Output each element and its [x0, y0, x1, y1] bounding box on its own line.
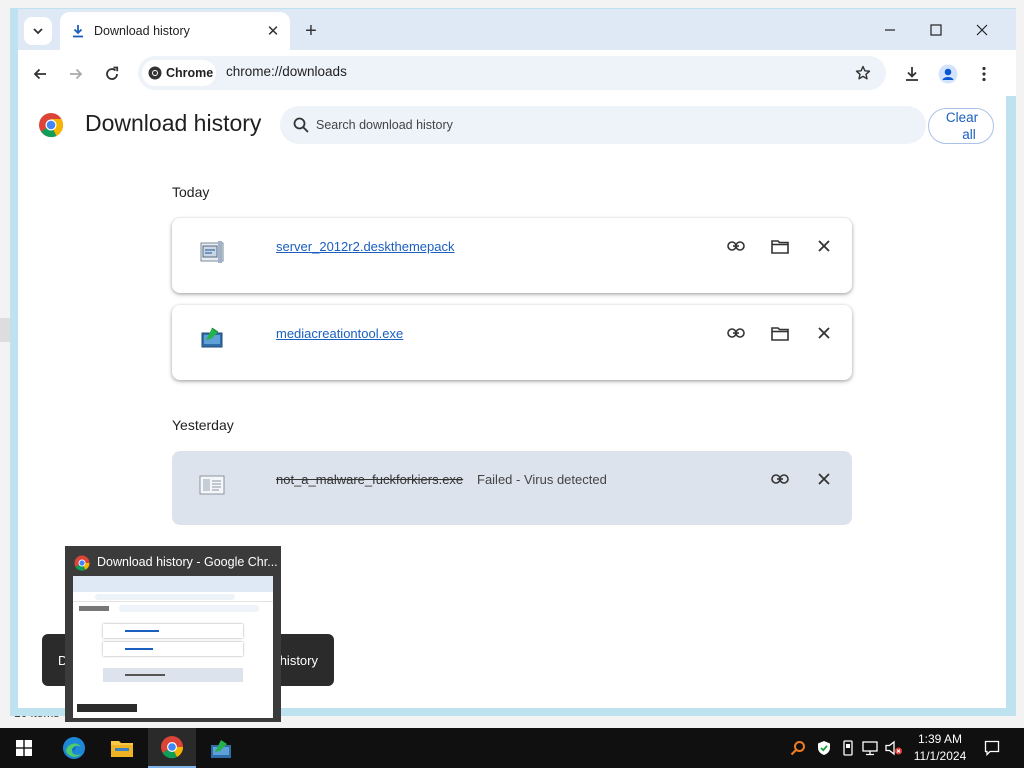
arrow-right-icon — [70, 68, 83, 80]
preview-title: Download history - Google Chr... — [97, 555, 278, 569]
show-in-folder-button[interactable] — [767, 233, 793, 259]
more-vert-icon — [982, 66, 986, 82]
download-file-link[interactable]: server_2012r2.deskthemepack — [276, 239, 455, 254]
theme-pack-icon — [200, 241, 224, 263]
tab-download-history[interactable]: Download history ✕ — [60, 12, 290, 50]
download-file-name: not_a_malware_fuckforkiers.exe — [276, 472, 464, 487]
tooltip-text-right: history — [279, 653, 318, 668]
download-status: Failed - Virus detected — [477, 472, 607, 487]
close-icon — [818, 240, 830, 252]
download-item: server_2012r2.deskthemepack — [172, 218, 852, 293]
download-item-failed: not_a_malware_fuckforkiers.exe Failed - … — [172, 451, 852, 525]
download-icon — [70, 23, 86, 39]
forward-button[interactable] — [62, 60, 90, 88]
taskbar-window-preview[interactable]: Download history - Google Chr... — [65, 546, 281, 722]
security-tray-icon[interactable] — [814, 738, 834, 758]
chrome-logo-icon — [148, 66, 162, 80]
folder-icon — [771, 326, 789, 341]
close-icon — [818, 327, 830, 339]
folder-icon — [771, 239, 789, 254]
usb-drive-icon — [843, 740, 853, 756]
media-creation-tool-icon — [201, 327, 223, 348]
taskbar-edge[interactable] — [50, 728, 98, 768]
chrome-logo-icon — [39, 113, 64, 138]
network-tray-icon[interactable] — [860, 738, 880, 758]
chrome-logo-icon — [161, 736, 184, 759]
generic-file-icon — [199, 475, 225, 495]
taskbar-file-explorer[interactable] — [98, 728, 146, 768]
taskbar-chrome[interactable] — [148, 728, 196, 768]
maximize-icon — [930, 24, 942, 36]
menu-button[interactable] — [970, 60, 998, 88]
link-icon — [727, 241, 745, 251]
search-downloads-field[interactable]: Search download history — [280, 106, 926, 144]
magnifier-icon — [790, 741, 805, 756]
download-item: mediacreationtool.exe — [172, 305, 852, 380]
tab-title: Download history — [94, 24, 190, 38]
downloads-toolbar-button[interactable] — [898, 60, 926, 88]
background-window-edge — [0, 318, 10, 342]
network-icon — [862, 741, 878, 756]
section-heading-yesterday: Yesterday — [172, 417, 234, 433]
clear-all-label-line2: all — [962, 127, 976, 142]
clear-all-label-line1: Clear — [945, 110, 979, 125]
start-button[interactable] — [0, 728, 48, 768]
taskbar-clock[interactable]: 1:39 AM 11/1/2024 — [900, 731, 980, 765]
site-info-chip[interactable]: Chrome — [142, 60, 216, 86]
minimize-button[interactable] — [868, 14, 912, 46]
search-icon — [293, 117, 309, 133]
clear-all-button[interactable]: Clear all — [928, 108, 994, 144]
media-creation-tool-icon — [211, 740, 231, 758]
windows-logo-icon — [16, 740, 32, 756]
search-placeholder: Search download history — [316, 118, 453, 132]
close-window-button[interactable] — [960, 14, 1004, 46]
back-button[interactable] — [26, 60, 54, 88]
copy-link-button[interactable] — [723, 233, 749, 259]
maximize-button[interactable] — [914, 14, 958, 46]
avatar-icon — [938, 64, 958, 84]
notification-icon — [984, 740, 1000, 756]
link-icon — [771, 474, 789, 484]
notifications-button[interactable] — [982, 738, 1002, 758]
minimize-icon — [885, 29, 895, 31]
edge-icon — [63, 737, 85, 759]
download-icon — [906, 67, 918, 81]
remove-button[interactable] — [811, 233, 837, 259]
profile-button[interactable] — [934, 60, 962, 88]
reload-icon — [106, 66, 119, 80]
folder-icon — [111, 741, 133, 757]
remove-button[interactable] — [811, 320, 837, 346]
new-tab-button[interactable]: + — [298, 18, 324, 44]
chevron-down-icon — [33, 28, 43, 35]
bookmark-star-button[interactable] — [850, 60, 876, 86]
show-in-folder-button[interactable] — [767, 320, 793, 346]
copy-link-button[interactable] — [723, 320, 749, 346]
copy-link-button[interactable] — [767, 466, 793, 492]
url-text[interactable]: chrome://downloads — [226, 64, 347, 79]
chrome-logo-icon — [74, 555, 90, 571]
remove-button[interactable] — [811, 466, 837, 492]
section-heading-today: Today — [172, 184, 210, 200]
star-icon — [855, 65, 871, 80]
link-icon — [727, 328, 745, 338]
arrow-left-icon — [33, 68, 46, 80]
clock-date: 11/1/2024 — [913, 749, 967, 763]
download-file-link[interactable]: mediacreationtool.exe — [276, 326, 403, 341]
reload-button[interactable] — [98, 60, 126, 88]
shield-icon — [818, 741, 830, 755]
clock-time: 1:39 AM — [917, 732, 963, 746]
usb-tray-icon[interactable] — [838, 738, 858, 758]
close-icon — [818, 473, 830, 485]
tab-search-button[interactable] — [24, 17, 52, 45]
preview-thumbnail — [73, 576, 273, 718]
close-tab-icon[interactable]: ✕ — [262, 20, 284, 42]
chip-label: Chrome — [166, 66, 214, 80]
close-icon — [976, 24, 988, 36]
search-tray-icon[interactable] — [788, 738, 808, 758]
page-title: Download history — [85, 110, 262, 136]
taskbar-media-creation-tool[interactable] — [197, 728, 245, 768]
